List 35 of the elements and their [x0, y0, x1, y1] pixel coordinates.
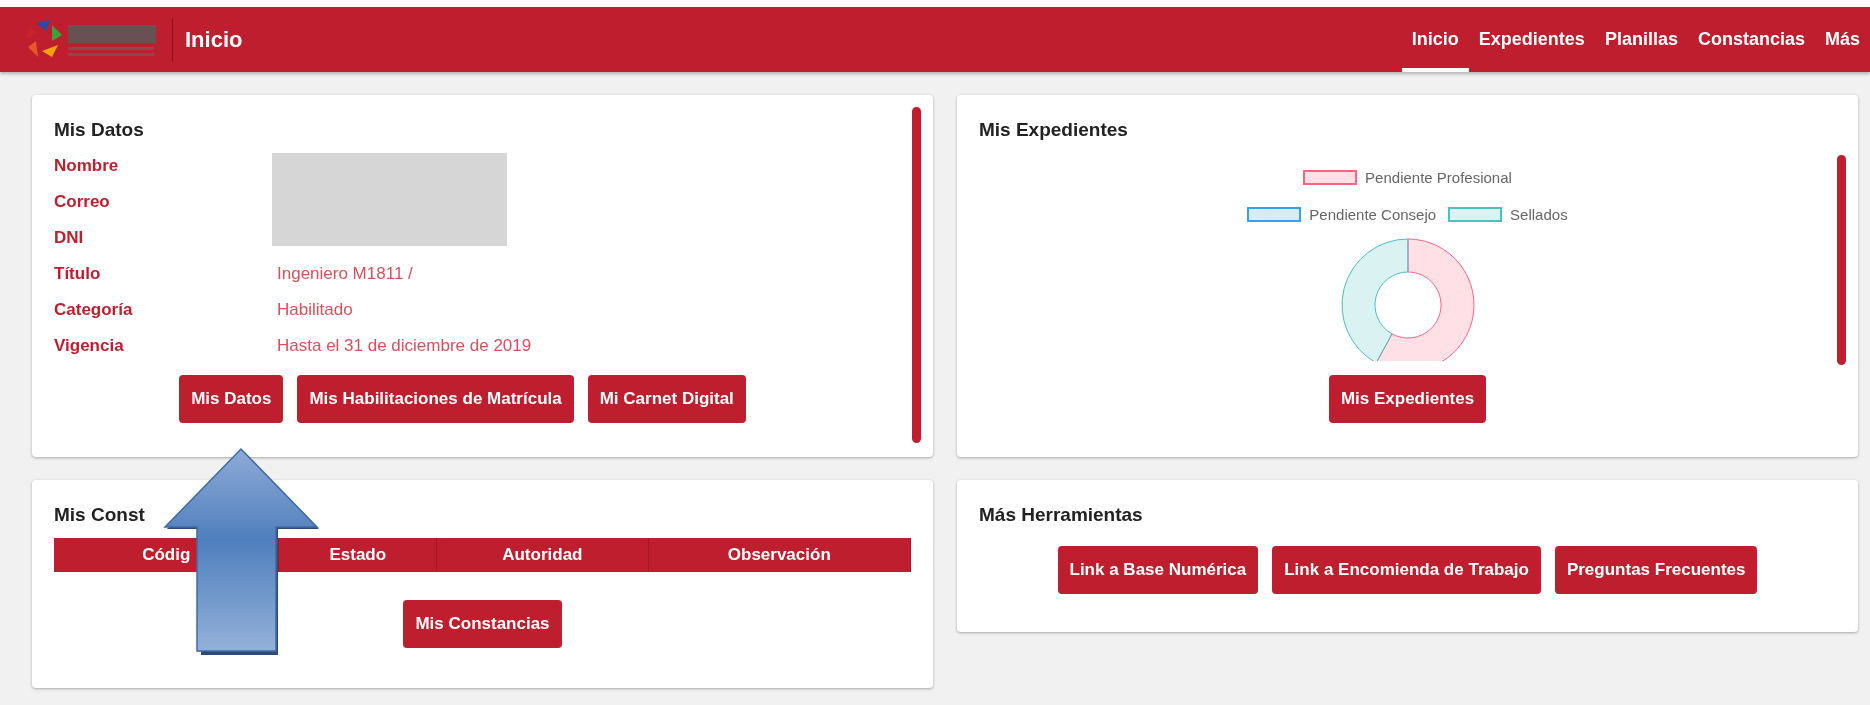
field-value: Hasta el 31 de diciembre de 2019 [277, 335, 533, 357]
scrollbar[interactable] [912, 107, 921, 443]
card-title: Mis Const [54, 504, 146, 526]
field-label: Categoría [54, 299, 134, 321]
link-button[interactable]: Preguntas Frecuentes [1554, 546, 1758, 594]
nav-tab[interactable]: Más [1815, 7, 1870, 72]
action-button[interactable]: Mis Expedientes [1328, 375, 1487, 423]
nav-tab[interactable]: Constancias [1687, 7, 1815, 72]
link-button[interactable]: Link a Base Numérica [1057, 546, 1259, 594]
field-value: Habilitado [277, 299, 354, 321]
page-title: Inicio [185, 26, 243, 53]
scrollbar[interactable] [1837, 155, 1846, 365]
legend-label: Pendiente Consejo [1309, 206, 1437, 223]
nav-tab[interactable]: Expedientes [1468, 7, 1595, 72]
field-label: Título [54, 263, 102, 285]
field-label: Correo [54, 191, 111, 213]
action-button[interactable]: Mi Carnet Digital [587, 375, 746, 423]
link-button[interactable]: Link a Encomienda de Trabajo [1272, 546, 1541, 594]
nav-tab[interactable]: Inicio [1401, 7, 1469, 72]
column-header: Estado [279, 538, 438, 572]
legend-label: Pendiente Profesional [1365, 169, 1512, 186]
column-header: Autoridad [437, 538, 649, 572]
field-label: Vigencia [54, 335, 125, 357]
card-title: Mis Datos [54, 119, 145, 141]
field-value: Ingeniero M1811 / [277, 263, 414, 285]
action-button[interactable]: Mis Datos [179, 375, 284, 423]
action-button[interactable]: Mis Constancias [403, 600, 562, 648]
legend-label: Sellados [1510, 206, 1568, 223]
card-title: Mis Expedientes [979, 119, 1129, 141]
column-header: Observación [648, 538, 911, 572]
action-button[interactable]: Mis Habilitaciones de Matrícula [297, 375, 574, 423]
card-title: Más Herramientas [979, 504, 1144, 526]
field-label: DNI [54, 227, 85, 249]
field-label: Nombre [54, 155, 120, 177]
nav-tab[interactable]: Planillas [1594, 7, 1688, 72]
